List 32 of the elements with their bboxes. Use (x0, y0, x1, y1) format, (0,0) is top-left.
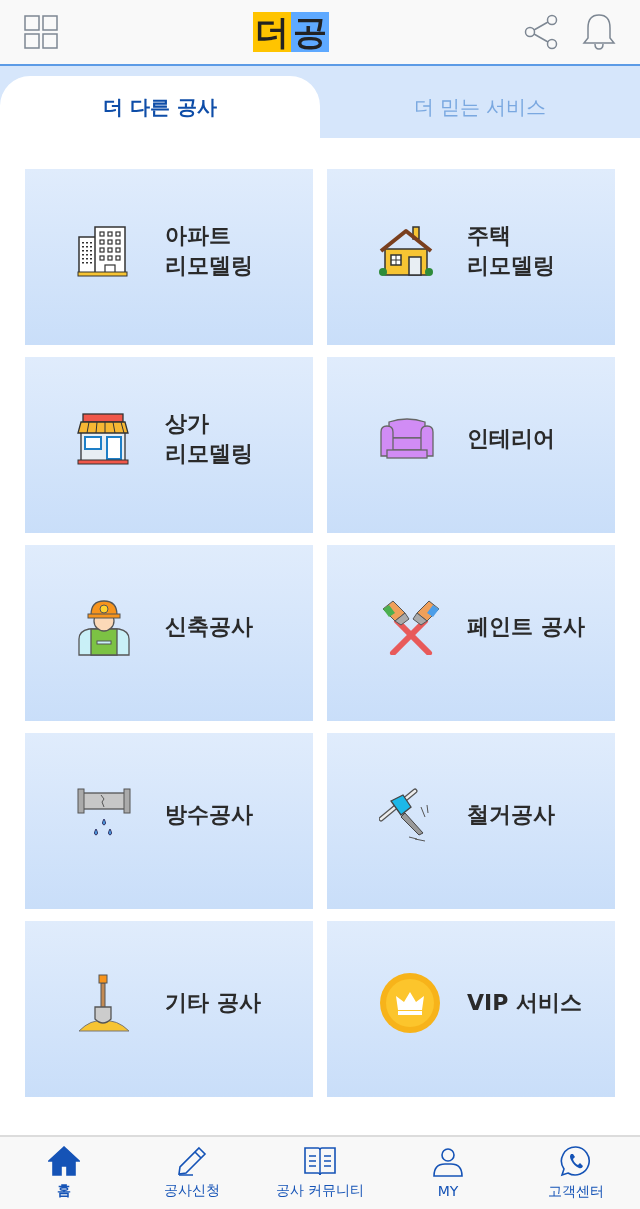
shovel-icon (77, 973, 131, 1033)
app-logo: 더 공 (253, 12, 329, 52)
armchair-icon (379, 416, 435, 462)
service-tile[interactable]: 방수공사 (25, 733, 313, 909)
storefront-icon (77, 413, 129, 465)
pencil-icon (177, 1146, 207, 1176)
service-tile[interactable]: 아파트 리모델링 (25, 169, 313, 345)
service-tile[interactable]: 주택 리모델링 (327, 169, 615, 345)
building-icon (77, 225, 129, 277)
house-icon (379, 225, 433, 277)
nav-item[interactable]: 고객센터 (512, 1137, 640, 1209)
book-icon (304, 1146, 336, 1176)
nav-item[interactable]: 공사신청 (128, 1137, 256, 1209)
person-icon (432, 1147, 464, 1177)
nav-item[interactable]: MY (384, 1137, 512, 1209)
share-icon[interactable] (524, 14, 558, 50)
service-tile[interactable]: 인테리어 (327, 357, 615, 533)
service-tile[interactable]: 기타 공사 (25, 921, 313, 1097)
phone-chat-icon (560, 1145, 592, 1177)
service-tile[interactable]: 철거공사 (327, 733, 615, 909)
home-icon (48, 1146, 80, 1176)
service-tile[interactable]: 페인트 공사 (327, 545, 615, 721)
service-tile[interactable]: 상가 리모델링 (25, 357, 313, 533)
crown-icon (379, 972, 441, 1034)
tab[interactable]: 더 다른 공사 (0, 76, 320, 138)
nav-item[interactable]: 홈 (0, 1137, 128, 1209)
service-tile[interactable]: 신축공사 (25, 545, 313, 721)
nav-item[interactable]: 공사 커뮤니티 (256, 1137, 384, 1209)
service-tile[interactable]: VIP 서비스 (327, 921, 615, 1097)
grid-menu-icon[interactable] (24, 15, 58, 49)
worker-icon (77, 597, 131, 657)
notification-bell-icon[interactable] (582, 13, 616, 51)
